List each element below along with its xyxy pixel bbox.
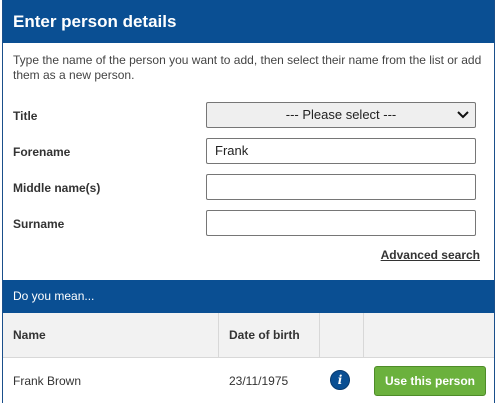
- forename-label: Forename: [13, 145, 71, 159]
- use-this-person-button[interactable]: Use this person: [374, 366, 486, 396]
- title-label: Title: [13, 109, 38, 123]
- surname-label: Surname: [13, 217, 65, 231]
- column-divider: [363, 313, 364, 357]
- middle-name-label: Middle name(s): [13, 181, 101, 195]
- person-details-panel: Enter person details Type the name of th…: [2, 0, 495, 403]
- middle-name-row: Middle name(s): [3, 174, 494, 202]
- forename-row: Forename Frank: [3, 138, 494, 166]
- column-divider: [218, 313, 219, 357]
- info-icon[interactable]: i: [330, 370, 350, 390]
- panel-title: Enter person details: [3, 0, 494, 43]
- person-dob: 23/11/1975: [229, 374, 289, 388]
- intro-text: Type the name of the person you want to …: [13, 53, 482, 82]
- column-header-name: Name: [13, 328, 46, 342]
- middle-name-input[interactable]: [206, 174, 476, 200]
- title-select-value: --- Please select ---: [285, 107, 397, 122]
- column-header-dob: Date of birth: [229, 328, 300, 342]
- title-select[interactable]: --- Please select ---: [206, 102, 476, 128]
- surname-input[interactable]: [206, 210, 476, 236]
- chevron-down-icon: [457, 103, 469, 135]
- do-you-mean-heading: Do you mean...: [3, 280, 494, 313]
- person-name: Frank Brown: [13, 374, 82, 388]
- title-row: Title --- Please select ---: [3, 102, 494, 130]
- forename-input[interactable]: Frank: [206, 138, 476, 164]
- advanced-search-link[interactable]: Advanced search: [381, 248, 480, 262]
- column-divider: [319, 313, 320, 357]
- surname-row: Surname: [3, 210, 494, 238]
- suggestions-table-header: Name Date of birth: [3, 313, 494, 358]
- table-row: Frank Brown 23/11/1975 i Use this person: [3, 358, 494, 403]
